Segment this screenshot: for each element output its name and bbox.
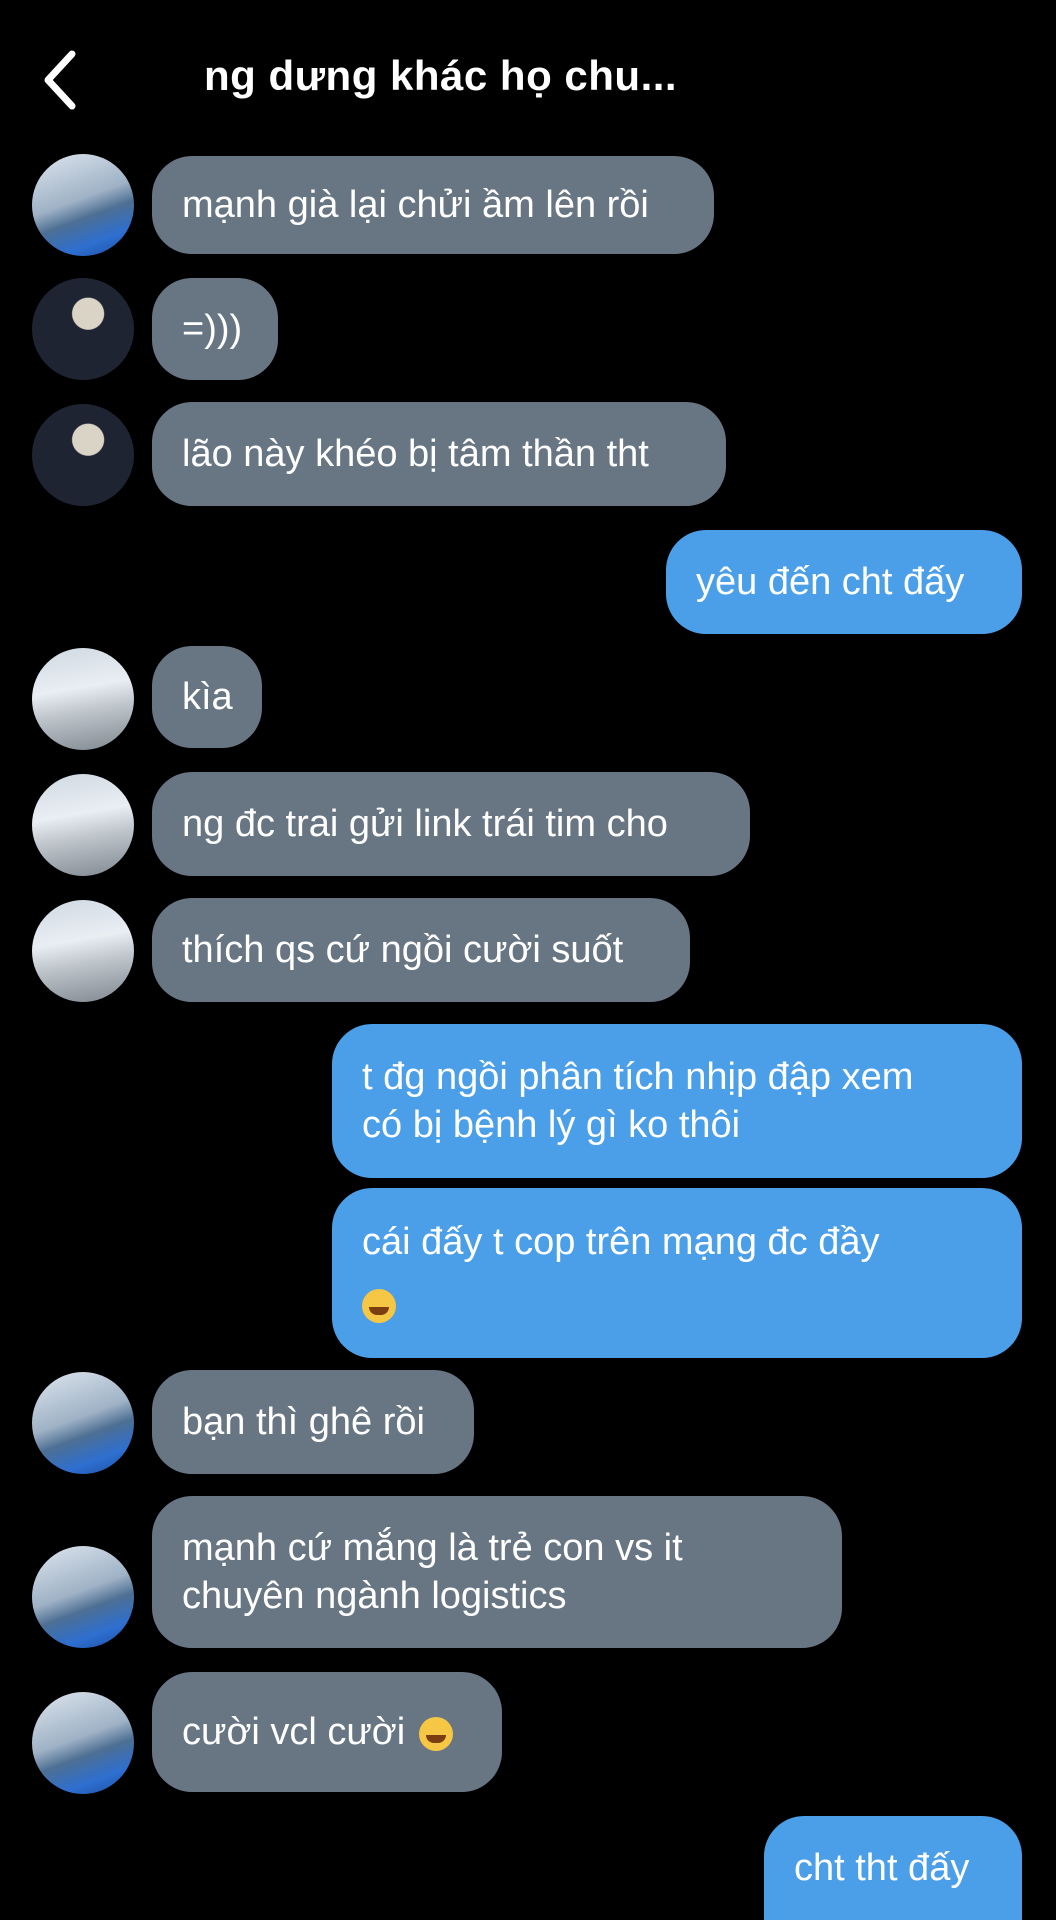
avatar[interactable] (32, 900, 134, 1002)
chevron-left-icon (44, 50, 76, 110)
message-bubble-incoming[interactable]: =))) (152, 278, 278, 380)
message-bubble-outgoing[interactable]: t đg ngồi phân tích nhịp đập xem có bị b… (332, 1024, 1022, 1178)
message-text-line: mạnh cứ mắng là trẻ con vs it (182, 1527, 683, 1569)
avatar[interactable] (32, 154, 134, 256)
avatar[interactable] (32, 1546, 134, 1648)
conversation-title[interactable]: ng dưng khác họ chu... (204, 52, 677, 100)
message-bubble-outgoing[interactable]: cái đấy t cop trên mạng đc đầy (332, 1188, 1022, 1358)
message-text: thích qs cứ ngồi cười suốt (182, 929, 624, 971)
avatar[interactable] (32, 774, 134, 876)
message-bubble-incoming[interactable]: bạn thì ghê rồi (152, 1370, 474, 1474)
message-text: yêu đến cht đấy (696, 561, 965, 603)
avatar[interactable] (32, 648, 134, 750)
message-text-line: cái đấy t cop trên mạng đc đầy (362, 1221, 880, 1263)
laughing-face-emoji (419, 1716, 454, 1751)
message-text: ng đc trai gửi link trái tim cho (182, 803, 668, 845)
avatar[interactable] (32, 1372, 134, 1474)
message-text-line: có bị bệnh lý gì ko thôi (362, 1104, 741, 1146)
message-bubble-incoming[interactable]: lão này khéo bị tâm thần tht (152, 402, 726, 506)
message-bubble-incoming[interactable]: mạnh già lại chửi ầm lên rồi (152, 156, 714, 254)
message-bubble-outgoing[interactable]: cht tht đấy (764, 1816, 1022, 1920)
message-text-line: t đg ngồi phân tích nhịp đập xem (362, 1056, 914, 1098)
message-bubble-outgoing[interactable]: yêu đến cht đấy (666, 530, 1022, 634)
avatar[interactable] (32, 278, 134, 380)
message-bubble-incoming[interactable]: mạnh cứ mắng là trẻ con vs it chuyên ngà… (152, 1496, 842, 1648)
message-bubble-incoming[interactable]: ng đc trai gửi link trái tim cho (152, 772, 750, 876)
message-text-line: chuyên ngành logistics (182, 1575, 567, 1617)
avatar[interactable] (32, 1692, 134, 1794)
message-text: cười vcl cười (182, 1711, 406, 1753)
nerd-face-emoji (362, 1288, 396, 1323)
back-button[interactable] (40, 48, 80, 112)
message-text: cht tht đấy (794, 1847, 970, 1889)
message-bubble-incoming[interactable]: thích qs cứ ngồi cười suốt (152, 898, 690, 1002)
message-text: bạn thì ghê rồi (182, 1401, 425, 1443)
message-bubble-incoming[interactable]: cười vcl cười (152, 1672, 502, 1792)
message-text: mạnh già lại chửi ầm lên rồi (182, 184, 649, 226)
message-bubble-incoming[interactable]: kìa (152, 646, 262, 748)
message-text: =))) (182, 308, 243, 350)
chat-header: ng dưng khác họ chu... (0, 0, 1056, 160)
message-text: kìa (182, 676, 233, 718)
avatar[interactable] (32, 404, 134, 506)
message-text: lão này khéo bị tâm thần tht (182, 433, 649, 475)
